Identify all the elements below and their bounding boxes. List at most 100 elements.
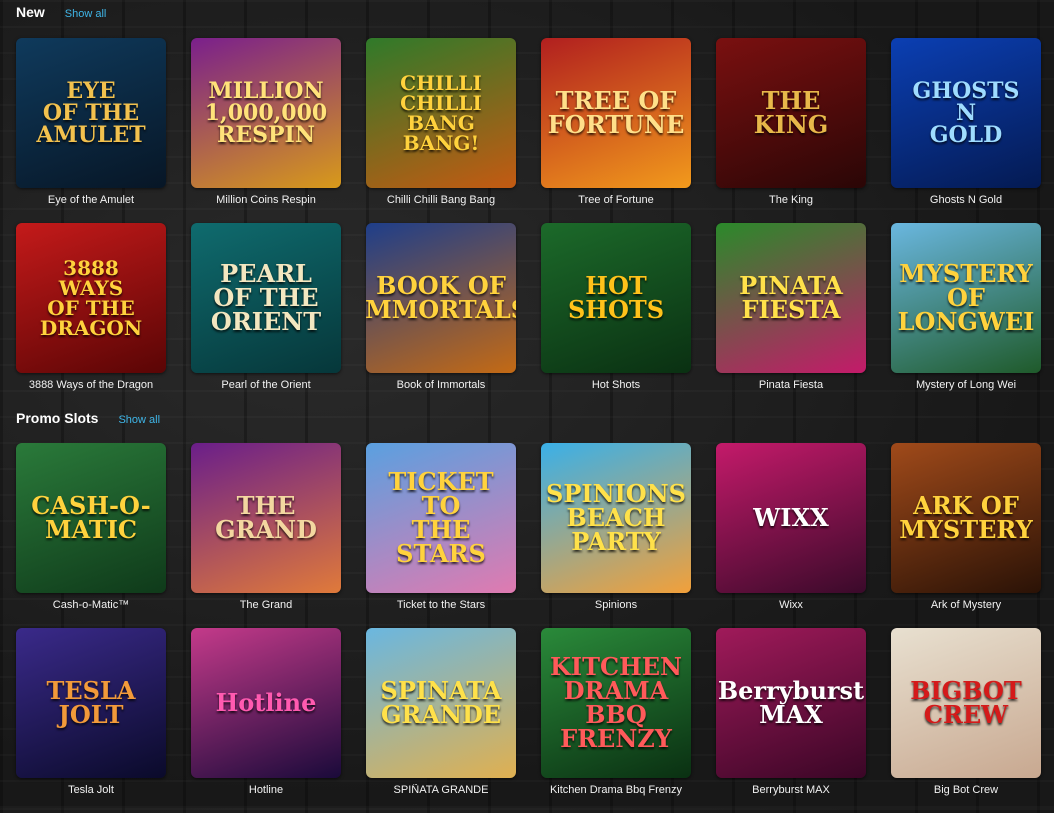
- game-name: 3888 Ways of the Dragon: [28, 379, 154, 391]
- game-thumbnail[interactable]: THE GRAND: [191, 443, 341, 593]
- section-header-new: New Show all: [16, 4, 106, 20]
- game-name: Ghosts N Gold: [929, 194, 1003, 206]
- game-thumbnail[interactable]: CHILLI CHILLI BANG BANG!: [366, 38, 516, 188]
- game-logo: ARK OF MYSTERY: [899, 491, 1033, 544]
- game-name: Book of Immortals: [396, 379, 486, 391]
- game-name: The King: [768, 194, 814, 206]
- game-name: Wixx: [779, 599, 803, 611]
- game-tile[interactable]: KITCHEN DRAMA BBQ FRENZY Kitchen Drama Bb…: [541, 628, 691, 813]
- game-tile[interactable]: CHILLI CHILLI BANG BANG! Chilli Chilli Ba…: [366, 38, 516, 223]
- game-logo: BOOK OF IMMORTALS: [366, 271, 516, 324]
- game-tile[interactable]: THE KING The King: [716, 38, 866, 223]
- game-tile[interactable]: TREE OF FORTUNE Tree of Fortune: [541, 38, 691, 223]
- game-logo: BIGBOT CREW: [910, 676, 1022, 729]
- game-tile[interactable]: BIGBOT CREW Big Bot Crew: [891, 628, 1041, 813]
- game-logo: MYSTERY OF LONGWEI: [897, 259, 1035, 336]
- game-logo: TICKET TO THE STARS: [388, 467, 494, 568]
- game-logo: EYE OF THE AMULET: [36, 78, 146, 148]
- game-thumbnail[interactable]: SPINIONS BEACH PARTY: [541, 443, 691, 593]
- game-thumbnail[interactable]: Hotline: [191, 628, 341, 778]
- game-logo: Hotline: [215, 688, 317, 717]
- section-header-promo-slots: Promo Slots Show all: [16, 410, 160, 426]
- game-logo: THE GRAND: [215, 491, 317, 544]
- game-thumbnail[interactable]: EYE OF THE AMULET: [16, 38, 166, 188]
- game-name: Eye of the Amulet: [47, 194, 135, 206]
- game-thumbnail[interactable]: WIXX: [716, 443, 866, 593]
- game-logo: TREE OF FORTUNE: [547, 86, 685, 139]
- game-grid-new: EYE OF THE AMULET Eye of the Amulet MILLIO…: [16, 38, 1041, 408]
- game-thumbnail[interactable]: BIGBOT CREW: [891, 628, 1041, 778]
- game-grid-promo-slots: CASH-O-MATIC Cash-o-Matic™ THE GRAND The Gr…: [16, 443, 1041, 813]
- game-logo: CHILLI CHILLI BANG BANG!: [400, 71, 482, 155]
- game-thumbnail[interactable]: MILLION 1,000,000 RESPIN: [191, 38, 341, 188]
- game-tile[interactable]: 3888 WAYS OF THE DRAGON 3888 Ways of the …: [16, 223, 166, 408]
- game-thumbnail[interactable]: MYSTERY OF LONGWEI: [891, 223, 1041, 373]
- game-name: Tesla Jolt: [68, 784, 114, 796]
- game-thumbnail[interactable]: TESLA JOLT: [16, 628, 166, 778]
- game-thumbnail[interactable]: TREE OF FORTUNE: [541, 38, 691, 188]
- game-name: Mystery of Long Wei: [915, 379, 1017, 391]
- game-tile[interactable]: Hotline Hotline: [191, 628, 341, 813]
- game-tile[interactable]: SPINATA GRANDE SPIÑATA GRANDE: [366, 628, 516, 813]
- section-title: New: [16, 4, 45, 20]
- game-logo: SPINIONS BEACH PARTY: [546, 479, 686, 556]
- game-tile[interactable]: MILLION 1,000,000 RESPIN Million Coins Re…: [191, 38, 341, 223]
- game-thumbnail[interactable]: THE KING: [716, 38, 866, 188]
- game-tile[interactable]: BOOK OF IMMORTALS Book of Immortals: [366, 223, 516, 408]
- game-logo: CASH-O-MATIC: [31, 491, 151, 544]
- game-logo: 3888 WAYS OF THE DRAGON: [39, 256, 143, 340]
- game-thumbnail[interactable]: KITCHEN DRAMA BBQ FRENZY: [541, 628, 691, 778]
- game-thumbnail[interactable]: PINATA FIESTA: [716, 223, 866, 373]
- game-tile[interactable]: PINATA FIESTA Pinata Fiesta: [716, 223, 866, 408]
- game-tile[interactable]: HOT SHOTS Hot Shots: [541, 223, 691, 408]
- game-thumbnail[interactable]: BOOK OF IMMORTALS: [366, 223, 516, 373]
- game-thumbnail[interactable]: CASH-O-MATIC: [16, 443, 166, 593]
- game-logo: TESLA JOLT: [46, 676, 136, 729]
- game-name: Berryburst MAX: [752, 784, 830, 796]
- game-tile[interactable]: TICKET TO THE STARS Ticket to the Stars: [366, 443, 516, 628]
- game-logo: GHOSTS N GOLD: [912, 78, 1020, 148]
- game-thumbnail[interactable]: Berryburst MAX: [716, 628, 866, 778]
- game-name: Pearl of the Orient: [221, 379, 311, 391]
- game-logo: Berryburst MAX: [717, 676, 865, 729]
- game-thumbnail[interactable]: 3888 WAYS OF THE DRAGON: [16, 223, 166, 373]
- game-logo: PINATA FIESTA: [739, 271, 843, 324]
- game-tile[interactable]: MYSTERY OF LONGWEI Mystery of Long Wei: [891, 223, 1041, 408]
- game-thumbnail[interactable]: GHOSTS N GOLD: [891, 38, 1041, 188]
- show-all-link[interactable]: Show all: [65, 8, 107, 20]
- game-logo: KITCHEN DRAMA BBQ FRENZY: [550, 652, 682, 753]
- game-tile[interactable]: THE GRAND The Grand: [191, 443, 341, 628]
- game-thumbnail[interactable]: HOT SHOTS: [541, 223, 691, 373]
- game-tile[interactable]: GHOSTS N GOLD Ghosts N Gold: [891, 38, 1041, 223]
- show-all-link[interactable]: Show all: [118, 414, 160, 426]
- game-thumbnail[interactable]: ARK OF MYSTERY: [891, 443, 1041, 593]
- game-tile[interactable]: TESLA JOLT Tesla Jolt: [16, 628, 166, 813]
- game-tile[interactable]: PEARL OF THE ORIENT Pearl of the Orient: [191, 223, 341, 408]
- game-name: Ticket to the Stars: [396, 599, 486, 611]
- game-tile[interactable]: Berryburst MAX Berryburst MAX: [716, 628, 866, 813]
- game-name: Chilli Chilli Bang Bang: [386, 194, 496, 206]
- game-thumbnail[interactable]: PEARL OF THE ORIENT: [191, 223, 341, 373]
- game-name: Hotline: [248, 784, 284, 796]
- game-name: Million Coins Respin: [216, 194, 316, 206]
- game-tile[interactable]: ARK OF MYSTERY Ark of Mystery: [891, 443, 1041, 628]
- game-name: Pinata Fiesta: [758, 379, 824, 391]
- game-name: Spinions: [594, 599, 638, 611]
- game-tile[interactable]: WIXX Wixx: [716, 443, 866, 628]
- game-logo: WIXX: [753, 503, 829, 532]
- game-logo: MILLION 1,000,000 RESPIN: [204, 78, 328, 148]
- game-name: The Grand: [239, 599, 293, 611]
- game-tile[interactable]: CASH-O-MATIC Cash-o-Matic™: [16, 443, 166, 628]
- game-logo: HOT SHOTS: [567, 271, 665, 324]
- game-name: Kitchen Drama Bbq Frenzy: [549, 784, 683, 796]
- game-thumbnail[interactable]: SPINATA GRANDE: [366, 628, 516, 778]
- game-thumbnail[interactable]: TICKET TO THE STARS: [366, 443, 516, 593]
- section-title: Promo Slots: [16, 410, 99, 426]
- game-name: Tree of Fortune: [578, 194, 654, 206]
- game-name: Cash-o-Matic™: [52, 599, 130, 611]
- game-logo: THE KING: [753, 86, 829, 139]
- game-logo: PEARL OF THE ORIENT: [210, 259, 322, 336]
- game-name: Big Bot Crew: [933, 784, 999, 796]
- game-tile[interactable]: SPINIONS BEACH PARTY Spinions: [541, 443, 691, 628]
- game-tile[interactable]: EYE OF THE AMULET Eye of the Amulet: [16, 38, 166, 223]
